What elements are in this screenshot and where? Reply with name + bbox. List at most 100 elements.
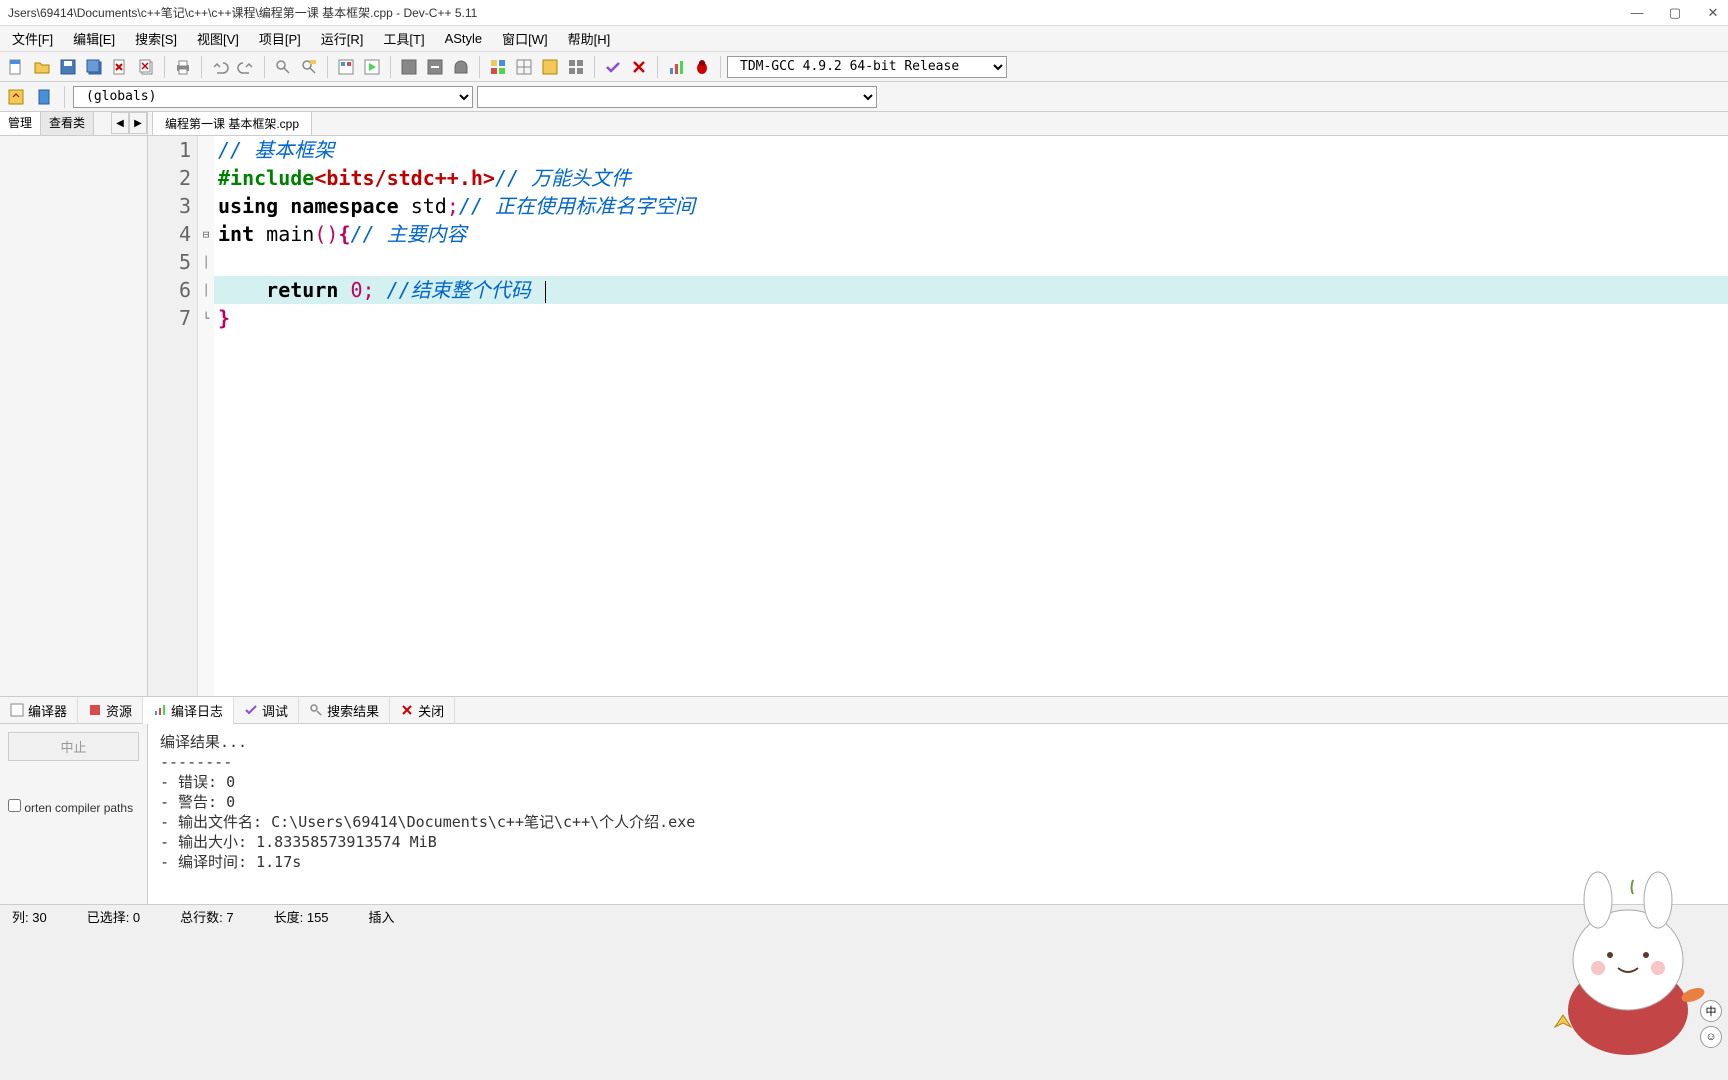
find-icon[interactable] xyxy=(271,55,295,79)
close-all-icon[interactable] xyxy=(134,55,158,79)
status-total-lines: 总行数: 7 xyxy=(180,907,233,926)
code-editor[interactable]: 1 2 3 4 5 6 7 ⊟ │ │ └ // 基本框架 #include<b… xyxy=(148,136,1728,696)
output-size: - 输出大小: 1.83358573913574 MiB xyxy=(160,832,1716,852)
output-time: - 编译时间: 1.17s xyxy=(160,852,1716,872)
shorten-paths-checkbox[interactable]: orten compiler paths xyxy=(8,801,133,815)
tab-debug[interactable]: 调试 xyxy=(234,697,299,724)
menu-tools[interactable]: 工具[T] xyxy=(375,27,432,50)
grid1-icon[interactable] xyxy=(486,55,510,79)
menu-view[interactable]: 视图[V] xyxy=(189,27,247,50)
new-file-icon[interactable] xyxy=(4,55,28,79)
code-keyword: return xyxy=(266,278,338,302)
member-select[interactable] xyxy=(477,86,877,108)
rebuild-icon[interactable] xyxy=(423,55,447,79)
close-file-icon[interactable] xyxy=(108,55,132,79)
code-line-current: return 0; //结束整个代码 xyxy=(214,276,1728,304)
abort-button[interactable]: 中止 xyxy=(8,732,139,761)
redo-icon[interactable] xyxy=(234,55,258,79)
ime-mode-badge[interactable]: ☺ xyxy=(1700,1026,1722,1048)
code-number: 0 xyxy=(350,278,362,302)
cancel-icon[interactable] xyxy=(627,55,651,79)
ime-lang-badge[interactable]: 中 xyxy=(1700,1000,1722,1022)
line-gutter: 1 2 3 4 5 6 7 xyxy=(148,136,198,696)
save-all-icon[interactable] xyxy=(82,55,106,79)
nav-prev-icon[interactable]: ◀ xyxy=(111,112,129,134)
output-line: -------- xyxy=(160,752,1716,772)
maximize-button[interactable]: ▢ xyxy=(1668,6,1682,20)
status-bar: 列: 30 已选择: 0 总行数: 7 长度: 155 插入 xyxy=(0,904,1728,928)
file-tab-active[interactable]: 编程第一课 基本框架.cpp xyxy=(152,111,312,135)
main-toolbar: TDM-GCC 4.9.2 64-bit Release xyxy=(0,52,1728,82)
debug-icon[interactable] xyxy=(449,55,473,79)
goto-icon[interactable] xyxy=(4,85,28,109)
menu-window[interactable]: 窗口[W] xyxy=(494,27,556,50)
window-title: Jsers\69414\Documents\c++笔记\c++\c++课程\编程… xyxy=(8,4,1630,21)
menu-file[interactable]: 文件[F] xyxy=(4,27,61,50)
code-comment: // 万能头文件 xyxy=(495,166,631,190)
tab-search-results[interactable]: 搜索结果 xyxy=(299,697,390,724)
scope-toolbar: (globals) xyxy=(0,82,1728,112)
ime-indicator: 中 ☺ xyxy=(1700,1000,1722,1048)
main-area: 管理 查看类 ◀ ▶ 编程第一课 基本框架.cpp 1 2 3 4 5 6 7 xyxy=(0,112,1728,696)
code-identifier: main xyxy=(266,222,314,246)
undo-icon[interactable] xyxy=(208,55,232,79)
code-keyword: namespace xyxy=(290,194,398,218)
status-column: 列: 30 xyxy=(12,907,47,926)
file-tabs: 编程第一课 基本框架.cpp xyxy=(148,112,1728,136)
code-keyword: using xyxy=(218,194,278,218)
tab-compile-log[interactable]: 编译日志 xyxy=(143,697,234,724)
run-icon[interactable] xyxy=(360,55,384,79)
fold-toggle-icon[interactable]: ⊟ xyxy=(198,220,214,248)
output-errors: - 错误: 0 xyxy=(160,772,1716,792)
grid2-icon[interactable] xyxy=(512,55,536,79)
compile-icon[interactable] xyxy=(334,55,358,79)
tab-resources[interactable]: 资源 xyxy=(78,697,143,724)
menu-run[interactable]: 运行[R] xyxy=(313,27,372,50)
save-icon[interactable] xyxy=(56,55,80,79)
editor-area: 编程第一课 基本框架.cpp 1 2 3 4 5 6 7 ⊟ │ │ └ xyxy=(148,112,1728,696)
minimize-button[interactable]: — xyxy=(1630,6,1644,20)
title-bar: Jsers\69414\Documents\c++笔记\c++\c++课程\编程… xyxy=(0,0,1728,26)
compile-controls: 中止 orten compiler paths xyxy=(0,724,148,904)
status-selected: 已选择: 0 xyxy=(87,907,140,926)
menu-help[interactable]: 帮助[H] xyxy=(560,27,619,50)
sidebar-tab-manage[interactable]: 管理 xyxy=(0,112,41,135)
code-comment: // 基本框架 xyxy=(218,138,334,162)
bug-icon[interactable] xyxy=(690,55,714,79)
menu-search[interactable]: 搜索[S] xyxy=(127,27,185,50)
menu-astyle[interactable]: AStyle xyxy=(437,29,491,48)
code-comment: // 主要内容 xyxy=(350,222,466,246)
output-warnings: - 警告: 0 xyxy=(160,792,1716,812)
check-icon[interactable] xyxy=(601,55,625,79)
code-identifier: std xyxy=(411,194,447,218)
print-icon[interactable] xyxy=(171,55,195,79)
code-keyword: int xyxy=(218,222,254,246)
bottom-tab-bar: 编译器 资源 编译日志 调试 搜索结果 关闭 xyxy=(0,696,1728,724)
tab-compiler[interactable]: 编译器 xyxy=(0,697,78,724)
fold-column: ⊟ │ │ └ xyxy=(198,136,214,696)
compile-output[interactable]: 编译结果... -------- - 错误: 0 - 警告: 0 - 输出文件名… xyxy=(148,724,1728,904)
compile-run-icon[interactable] xyxy=(397,55,421,79)
status-insert-mode: 插入 xyxy=(369,907,395,926)
output-filename: - 输出文件名: C:\Users\69414\Documents\c++笔记\… xyxy=(160,812,1716,832)
code-preprocessor: #include xyxy=(218,166,314,190)
sidebar: 管理 查看类 ◀ ▶ xyxy=(0,112,148,696)
text-cursor-icon xyxy=(545,281,546,303)
bookmark-icon[interactable] xyxy=(32,85,56,109)
grid4-icon[interactable] xyxy=(564,55,588,79)
status-length: 长度: 155 xyxy=(274,907,329,926)
profile-icon[interactable] xyxy=(664,55,688,79)
sidebar-tab-classview[interactable]: 查看类 xyxy=(41,112,94,135)
menu-edit[interactable]: 编辑[E] xyxy=(65,27,123,50)
nav-next-icon[interactable]: ▶ xyxy=(129,112,147,134)
replace-icon[interactable] xyxy=(297,55,321,79)
open-icon[interactable] xyxy=(30,55,54,79)
menu-project[interactable]: 项目[P] xyxy=(251,27,309,50)
compile-log-panel: 中止 orten compiler paths 编译结果... --------… xyxy=(0,724,1728,904)
grid3-icon[interactable] xyxy=(538,55,562,79)
compiler-select[interactable]: TDM-GCC 4.9.2 64-bit Release xyxy=(727,56,1007,78)
scope-select[interactable]: (globals) xyxy=(73,86,473,108)
close-button[interactable]: ✕ xyxy=(1706,6,1720,20)
tab-close[interactable]: 关闭 xyxy=(390,697,455,724)
code-content[interactable]: // 基本框架 #include<bits/stdc++.h>// 万能头文件 … xyxy=(214,136,1728,696)
